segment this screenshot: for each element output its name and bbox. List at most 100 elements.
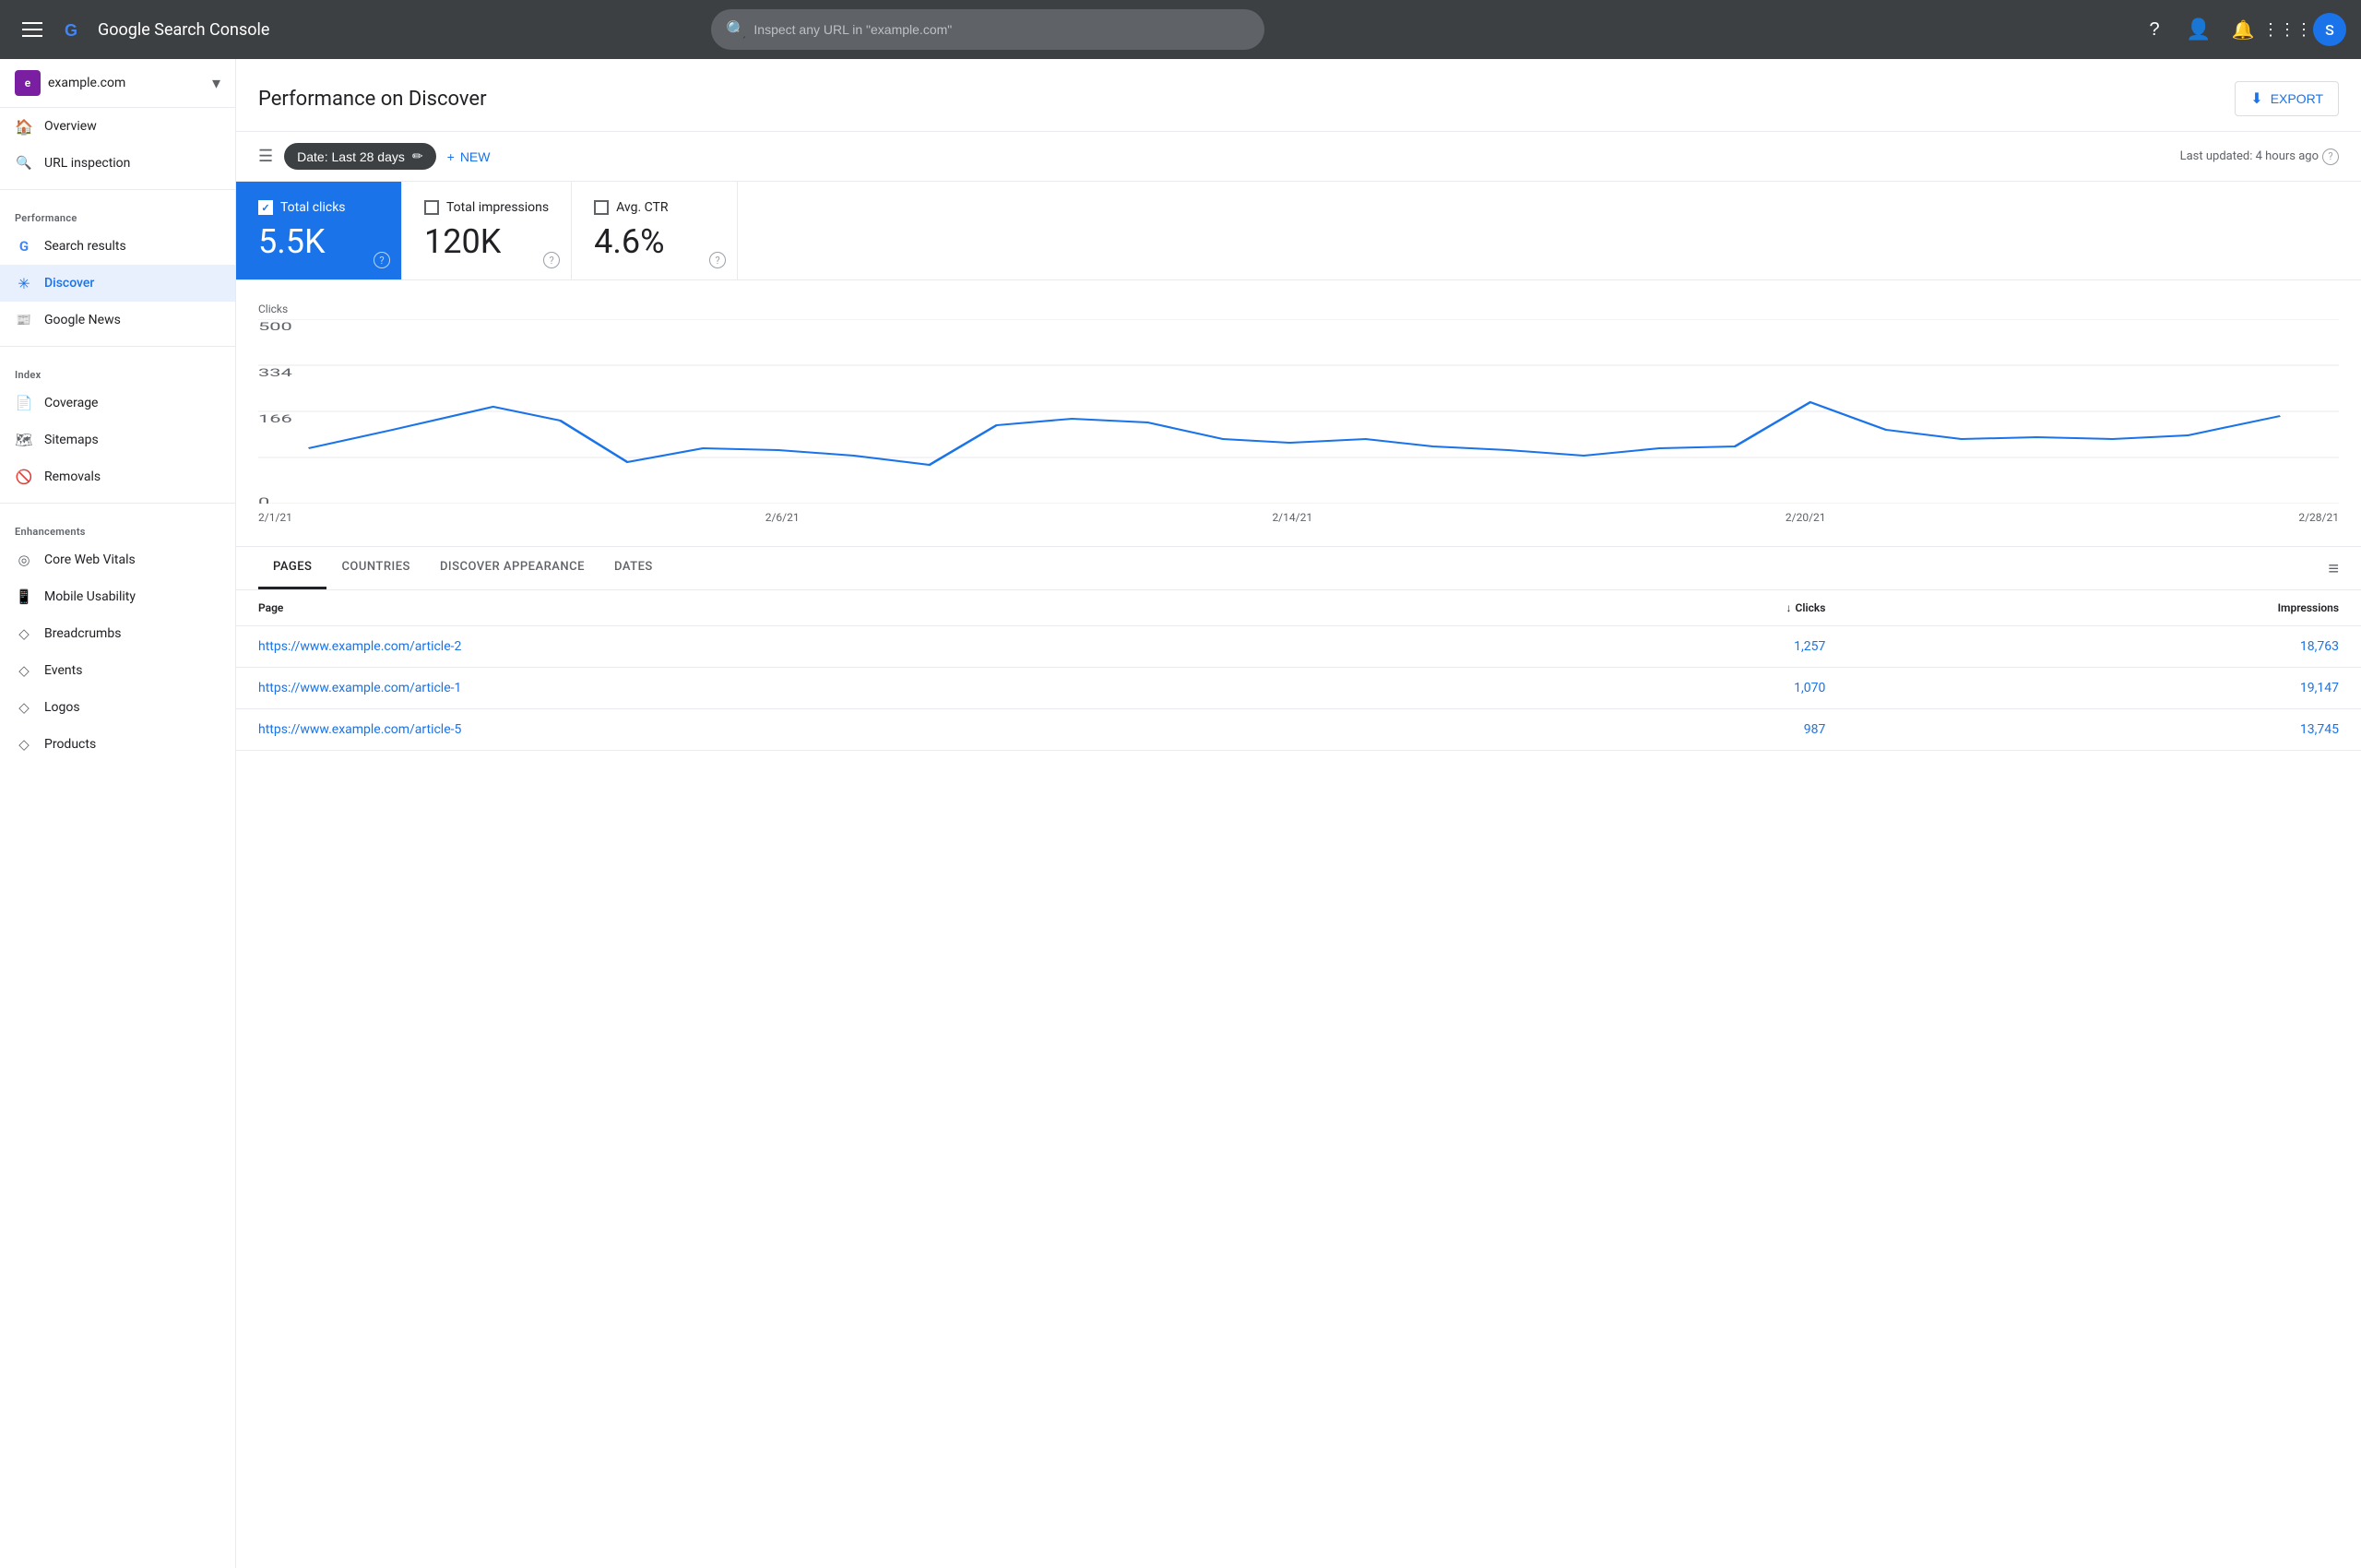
tabs-header: PAGES COUNTRIES DISCOVER APPEARANCE DATE…	[236, 547, 2361, 589]
date-filter-button[interactable]: Date: Last 28 days ✏	[284, 143, 435, 170]
sidebar-item-label-sitemaps: Sitemaps	[44, 433, 99, 447]
tab-dates[interactable]: DATES	[599, 547, 668, 589]
apps-button[interactable]: ⋮⋮⋮	[2269, 11, 2306, 48]
search-container: 🔍	[711, 9, 1264, 50]
metric-label-clicks: Total clicks	[280, 200, 346, 215]
tab-countries-label: COUNTRIES	[341, 560, 410, 574]
divider-3	[0, 503, 235, 504]
sidebar-item-google-news[interactable]: 📰 Google News	[0, 302, 235, 339]
table-cell-page[interactable]: https://www.example.com/article-1	[236, 668, 1440, 709]
sidebar-item-label-coverage: Coverage	[44, 396, 98, 410]
tab-discover-appearance-label: DISCOVER APPEARANCE	[440, 560, 585, 574]
new-filter-button[interactable]: + NEW	[447, 149, 491, 164]
metric-checkbox-ctr	[594, 200, 609, 215]
google-logo-icon: G	[61, 15, 90, 44]
help-button[interactable]: ?	[2136, 11, 2173, 48]
sidebar-item-logos[interactable]: ◇ Logos	[0, 689, 235, 726]
col-impressions-label: Impressions	[2278, 601, 2339, 614]
x-label-1: 2/1/21	[258, 511, 292, 524]
x-label-3: 2/14/21	[1272, 511, 1312, 524]
table-header-row: Page ↓ Clicks Impressions	[236, 590, 2361, 626]
section-label-performance: Performance	[0, 197, 235, 228]
sidebar-item-url-inspection[interactable]: 🔍 URL inspection	[0, 145, 235, 182]
plus-icon: +	[447, 149, 455, 164]
account-circle-button[interactable]: 👤	[2180, 11, 2217, 48]
sidebar-item-label-google-news: Google News	[44, 313, 121, 327]
sidebar-item-sitemaps[interactable]: 🗺 Sitemaps	[0, 422, 235, 458]
info-icon[interactable]: ?	[2322, 148, 2339, 165]
sidebar-item-coverage[interactable]: 📄 Coverage	[0, 385, 235, 422]
sidebar-item-removals[interactable]: 🚫 Removals	[0, 458, 235, 495]
download-icon: ⬇	[2250, 89, 2262, 108]
main-content: Performance on Discover ⬇ EXPORT ☰ Date:…	[236, 59, 2361, 1568]
hamburger-menu-button[interactable]	[15, 15, 50, 44]
filter-icon[interactable]: ☰	[258, 147, 273, 166]
table-container: Page ↓ Clicks Impressions	[236, 590, 2361, 751]
search-icon: 🔍	[726, 20, 746, 40]
sidebar-item-label-products: Products	[44, 737, 96, 752]
sidebar-item-search-results[interactable]: G Search results	[0, 228, 235, 265]
logos-icon: ◇	[15, 698, 33, 717]
date-filter-label: Date: Last 28 days	[297, 149, 405, 164]
notifications-button[interactable]: 🔔	[2225, 11, 2261, 48]
property-selector[interactable]: e example.com ▾	[0, 59, 235, 108]
metric-header-clicks: Total clicks	[258, 200, 379, 215]
sitemaps-icon: 🗺	[15, 431, 33, 449]
export-button[interactable]: ⬇ EXPORT	[2235, 81, 2339, 116]
property-dropdown-icon: ▾	[212, 74, 220, 93]
sidebar-item-mobile-usability[interactable]: 📱 Mobile Usability	[0, 578, 235, 615]
sort-arrow-icon: ↓	[1786, 601, 1792, 614]
sidebar-nav: 🏠 Overview 🔍 URL inspection Performance …	[0, 108, 235, 763]
sidebar-item-core-web-vitals[interactable]: ◎ Core Web Vitals	[0, 541, 235, 578]
metric-checkbox-impressions	[424, 200, 439, 215]
sidebar-item-events[interactable]: ◇ Events	[0, 652, 235, 689]
discover-icon: ✳	[15, 274, 33, 292]
top-navigation: G Google Search Console 🔍 ? 👤 🔔 ⋮⋮⋮ S	[0, 0, 2361, 59]
user-avatar[interactable]: S	[2313, 13, 2346, 46]
data-table: Page ↓ Clicks Impressions	[236, 590, 2361, 751]
search-input[interactable]	[753, 22, 1250, 37]
breadcrumbs-icon: ◇	[15, 624, 33, 643]
nav-icons-group: ? 👤 🔔 ⋮⋮⋮ S	[2136, 11, 2346, 48]
sidebar-item-label-search-results: Search results	[44, 239, 126, 254]
metric-value-impressions: 120K	[424, 222, 549, 261]
tab-discover-appearance[interactable]: DISCOVER APPEARANCE	[425, 547, 599, 589]
metric-avg-ctr[interactable]: Avg. CTR 4.6% ?	[572, 182, 738, 279]
tab-countries[interactable]: COUNTRIES	[326, 547, 425, 589]
metric-header-impressions: Total impressions	[424, 200, 549, 215]
metric-help-clicks[interactable]: ?	[374, 252, 390, 268]
col-clicks-header[interactable]: ↓ Clicks	[1440, 590, 1847, 626]
table-cell-page[interactable]: https://www.example.com/article-2	[236, 626, 1440, 668]
property-icon: e	[15, 70, 41, 96]
sort-clicks-icon: ↓ Clicks	[1786, 601, 1826, 614]
table-row: https://www.example.com/article-5 987 13…	[236, 709, 2361, 751]
sidebar-item-label-discover: Discover	[44, 276, 94, 291]
google-news-icon: 📰	[15, 311, 33, 329]
table-cell-page[interactable]: https://www.example.com/article-5	[236, 709, 1440, 751]
sidebar-item-overview[interactable]: 🏠 Overview	[0, 108, 235, 145]
metric-total-impressions[interactable]: Total impressions 120K ?	[402, 182, 572, 279]
tab-filter-icon[interactable]: ≡	[2328, 557, 2339, 580]
export-label: EXPORT	[2271, 91, 2323, 106]
tab-pages[interactable]: PAGES	[258, 547, 326, 589]
chart-y-label: Clicks	[258, 303, 2339, 315]
edit-icon: ✏	[412, 148, 423, 164]
table-row: https://www.example.com/article-1 1,070 …	[236, 668, 2361, 709]
svg-text:0: 0	[258, 496, 269, 504]
sidebar-item-products[interactable]: ◇ Products	[0, 726, 235, 763]
table-cell-clicks: 1,070	[1440, 668, 1847, 709]
divider-1	[0, 189, 235, 190]
brand-logo: G Google Search Console	[61, 15, 269, 44]
metric-help-ctr[interactable]: ?	[709, 252, 726, 268]
metric-total-clicks[interactable]: Total clicks 5.5K ?	[236, 182, 402, 279]
home-icon: 🏠	[15, 117, 33, 136]
chart-container: Clicks 500 334 166 0	[236, 280, 2361, 547]
last-updated: Last updated: 4 hours ago ?	[2180, 148, 2339, 165]
table-row: https://www.example.com/article-2 1,257 …	[236, 626, 2361, 668]
sidebar-item-breadcrumbs[interactable]: ◇ Breadcrumbs	[0, 615, 235, 652]
sidebar-item-discover[interactable]: ✳ Discover	[0, 265, 235, 302]
property-name: example.com	[48, 76, 205, 90]
grid-icon: ⋮⋮⋮	[2262, 20, 2312, 40]
metric-help-impressions[interactable]: ?	[543, 252, 560, 268]
bell-icon: 🔔	[2232, 18, 2255, 42]
